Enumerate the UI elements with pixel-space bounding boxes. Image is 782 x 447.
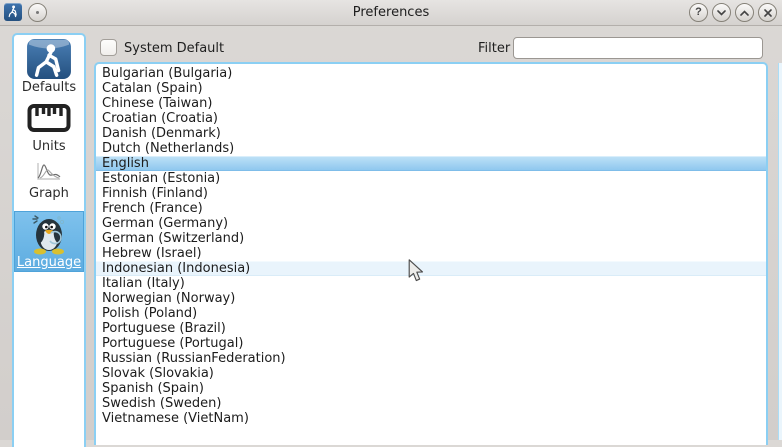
hiker-icon	[26, 37, 72, 80]
language-list-item[interactable]: Russian (RussianFederation)	[96, 351, 766, 366]
language-list-item[interactable]: Dutch (Netherlands)	[96, 141, 766, 156]
app-window-icon[interactable]	[4, 3, 22, 21]
titlebar[interactable]: Preferences ?	[0, 0, 782, 26]
language-list-item[interactable]: Danish (Denmark)	[96, 126, 766, 141]
language-list-item[interactable]: German (Switzerland)	[96, 231, 766, 246]
window-edge-strip	[778, 63, 782, 440]
sidebar-item-graph[interactable]: Graph	[14, 156, 84, 203]
graph-icon	[36, 156, 62, 186]
settings-category-list: Defaults Units Graph	[12, 33, 86, 447]
chevron-down-icon	[717, 10, 726, 16]
sticky-button[interactable]	[28, 3, 47, 22]
system-default-label[interactable]: System Default	[124, 41, 224, 56]
sidebar-item-defaults[interactable]: Defaults	[14, 35, 84, 97]
ruler-icon	[27, 97, 71, 139]
language-list-item[interactable]: Vietnamese (VietNam)	[96, 411, 766, 426]
language-list-item[interactable]: Norwegian (Norway)	[96, 291, 766, 306]
language-list[interactable]: Bulgarian (Bulgaria)Catalan (Spain)Chine…	[94, 62, 768, 445]
language-list-item[interactable]: Swedish (Sweden)	[96, 396, 766, 411]
close-button[interactable]	[758, 3, 777, 22]
language-list-item[interactable]: Portuguese (Portugal)	[96, 336, 766, 351]
language-list-item[interactable]: Italian (Italy)	[96, 276, 766, 291]
hiker-icon	[6, 3, 20, 22]
close-icon	[764, 9, 772, 17]
sticky-dot-icon	[36, 11, 39, 14]
sidebar-item-language[interactable]: Language	[14, 211, 84, 272]
sidebar-item-label: Graph	[29, 186, 69, 203]
language-list-item[interactable]: Bulgarian (Bulgaria)	[96, 66, 766, 81]
language-list-item[interactable]: Slovak (Slovakia)	[96, 366, 766, 381]
sidebar-item-label: Language	[17, 255, 81, 272]
language-list-item[interactable]: Indonesian (Indonesia)	[96, 261, 766, 276]
language-list-item[interactable]: English	[96, 156, 766, 171]
language-list-item[interactable]: Hebrew (Israel)	[96, 246, 766, 261]
filter-label: Filter	[478, 41, 510, 56]
filter-input[interactable]	[513, 37, 763, 59]
language-list-item[interactable]: French (France)	[96, 201, 766, 216]
chevron-up-icon	[740, 10, 749, 16]
question-mark-icon: ?	[695, 7, 702, 18]
language-list-item[interactable]: Catalan (Spain)	[96, 81, 766, 96]
language-list-item[interactable]: Croatian (Croatia)	[96, 111, 766, 126]
sidebar-item-units[interactable]: Units	[14, 97, 84, 156]
unshade-button[interactable]	[735, 3, 754, 22]
help-button[interactable]: ?	[689, 3, 708, 22]
window-title: Preferences	[353, 0, 429, 25]
system-default-checkbox[interactable]	[100, 39, 117, 56]
language-list-item[interactable]: Chinese (Taiwan)	[96, 96, 766, 111]
sidebar-item-label: Units	[32, 139, 65, 156]
titlebar-buttons: ?	[689, 3, 777, 22]
language-list-item[interactable]: Portuguese (Brazil)	[96, 321, 766, 336]
language-list-item[interactable]: Polish (Poland)	[96, 306, 766, 321]
sidebar-item-label: Defaults	[22, 80, 76, 97]
language-list-item[interactable]: Estonian (Estonia)	[96, 171, 766, 186]
language-list-item[interactable]: Finnish (Finland)	[96, 186, 766, 201]
language-list-item[interactable]: Spanish (Spain)	[96, 381, 766, 396]
shade-button[interactable]	[712, 3, 731, 22]
language-list-item[interactable]: German (Germany)	[96, 216, 766, 231]
tux-penguin-icon	[26, 213, 72, 255]
